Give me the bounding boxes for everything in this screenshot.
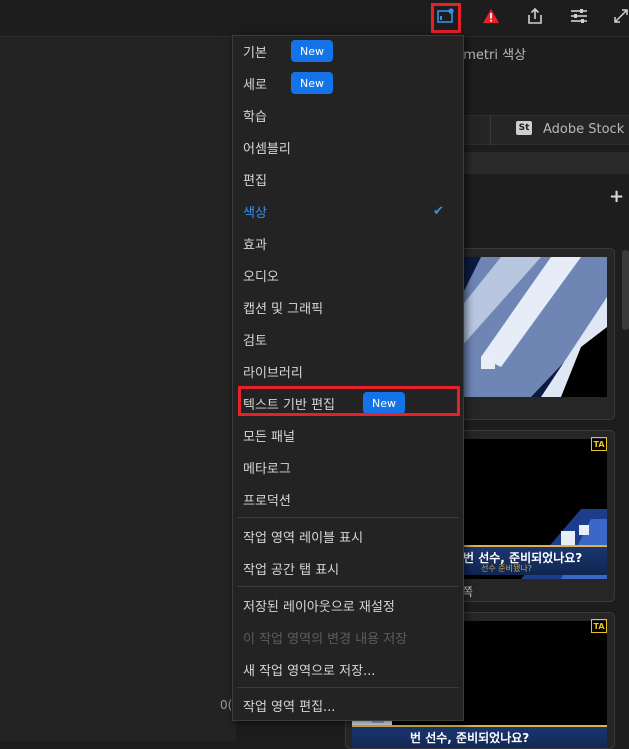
text-template-icon: TA — [591, 619, 607, 633]
top-toolbar — [0, 0, 629, 37]
menu-item-editing[interactable]: 편집 — [233, 165, 463, 193]
menu-item-basic[interactable]: 기본 New — [233, 37, 463, 65]
template-thumbnail: 번 선수, 준비되었나요? 선수 준비됐나? — [461, 439, 607, 579]
menu-item-metalogging[interactable]: 메타로그 — [233, 453, 463, 481]
menu-item-label: 검토 — [243, 333, 267, 349]
menu-item-label: 기본 — [243, 45, 267, 61]
menu-item-effects[interactable]: 효과 — [233, 229, 463, 257]
tab-divider — [490, 115, 491, 145]
menu-item-save-as-new[interactable]: 새 작업 영역으로 저장... — [233, 655, 463, 683]
menu-item-label: 캡션 및 그래픽 — [243, 301, 324, 317]
panel-settings-button[interactable] — [564, 3, 594, 33]
export-button[interactable] — [520, 3, 550, 33]
fullscreen-icon — [613, 8, 629, 28]
menu-item-label: 작업 공간 탭 표시 — [243, 562, 340, 578]
alert-icon — [482, 8, 500, 28]
menu-item-save-changes: 이 작업 영역의 변경 내용 저장 — [233, 623, 463, 651]
checkmark-icon: ✔ — [433, 203, 444, 219]
menu-item-libraries[interactable]: 라이브러리 — [233, 357, 463, 385]
new-badge: New — [291, 72, 333, 94]
panel-title: umetri 색상 — [455, 48, 527, 63]
menu-item-label: 라이브러리 — [243, 365, 303, 381]
menu-item-show-workspace-tabs[interactable]: 작업 공간 탭 표시 — [233, 554, 463, 582]
new-badge: New — [291, 40, 333, 62]
left-panel-value: 0( — [220, 698, 233, 712]
menu-item-review[interactable]: 검토 — [233, 325, 463, 353]
subtitle-small-text: 선수 준비됐나? — [481, 564, 532, 573]
subtitle-text: 번 선수, 준비되었나요? — [410, 731, 530, 745]
tab-adobe-stock[interactable]: Adobe Stock — [543, 122, 624, 137]
menu-item-edit-workspaces[interactable]: 작업 영역 편집... — [233, 691, 463, 719]
menu-item-assembly[interactable]: 어셈블리 — [233, 133, 463, 161]
menu-separator — [237, 517, 459, 518]
menu-item-label: 색상 — [243, 205, 267, 221]
alert-button[interactable] — [476, 3, 506, 33]
workspaces-button[interactable] — [431, 3, 461, 33]
menu-item-label: 효과 — [243, 237, 267, 253]
workspaces-icon — [437, 8, 455, 28]
export-icon — [526, 7, 544, 29]
menu-item-learning[interactable]: 학습 — [233, 101, 463, 129]
left-panel — [0, 37, 236, 741]
menu-item-label: 편집 — [243, 173, 267, 189]
menu-item-label: 저장된 레이아웃으로 재설정 — [243, 599, 395, 615]
template-thumbnail — [461, 257, 607, 397]
menu-item-audio[interactable]: 오디오 — [233, 261, 463, 289]
panel-settings-icon — [570, 8, 588, 28]
workspaces-menu: 기본 New 세로 New 학습 어셈블리 편집 색상 ✔ 효과 오디오 캡션 … — [232, 35, 464, 721]
menu-item-reset-layout[interactable]: 저장된 레이아웃으로 재설정 — [233, 591, 463, 619]
menu-separator — [237, 687, 459, 688]
menu-item-label: 작업 영역 편집... — [243, 699, 336, 715]
menu-item-show-workspace-labels[interactable]: 작업 영역 레이블 표시 — [233, 522, 463, 550]
menu-item-vertical[interactable]: 세로 New — [233, 69, 463, 97]
menu-item-label: 오디오 — [243, 269, 279, 285]
text-template-icon: TA — [591, 437, 607, 451]
panel-search-bar[interactable] — [462, 152, 629, 174]
menu-separator — [237, 586, 459, 587]
fullscreen-button[interactable] — [606, 3, 629, 33]
highlight-frame — [238, 386, 460, 416]
menu-item-color[interactable]: 색상 ✔ — [233, 197, 463, 225]
menu-item-label: 프로덕션 — [243, 493, 291, 509]
menu-item-label: 작업 영역 레이블 표시 — [243, 530, 364, 546]
add-icon[interactable]: + — [609, 186, 624, 207]
menu-item-label: 모든 패널 — [243, 429, 295, 445]
menu-item-label: 새 작업 영역으로 저장... — [243, 663, 376, 679]
menu-item-label: 메타로그 — [243, 461, 291, 477]
menu-item-label: 이 작업 영역의 변경 내용 저장 — [243, 631, 408, 647]
menu-item-label: 어셈블리 — [243, 141, 291, 157]
panel-scrollbar[interactable] — [622, 250, 629, 330]
menu-item-all-panels[interactable]: 모든 패널 — [233, 421, 463, 449]
menu-item-label: 학습 — [243, 109, 267, 125]
menu-item-captions-graphics[interactable]: 캡션 및 그래픽 — [233, 293, 463, 321]
menu-item-label: 세로 — [243, 77, 267, 93]
menu-item-production[interactable]: 프로덕션 — [233, 485, 463, 513]
adobe-stock-icon: St — [516, 121, 532, 135]
